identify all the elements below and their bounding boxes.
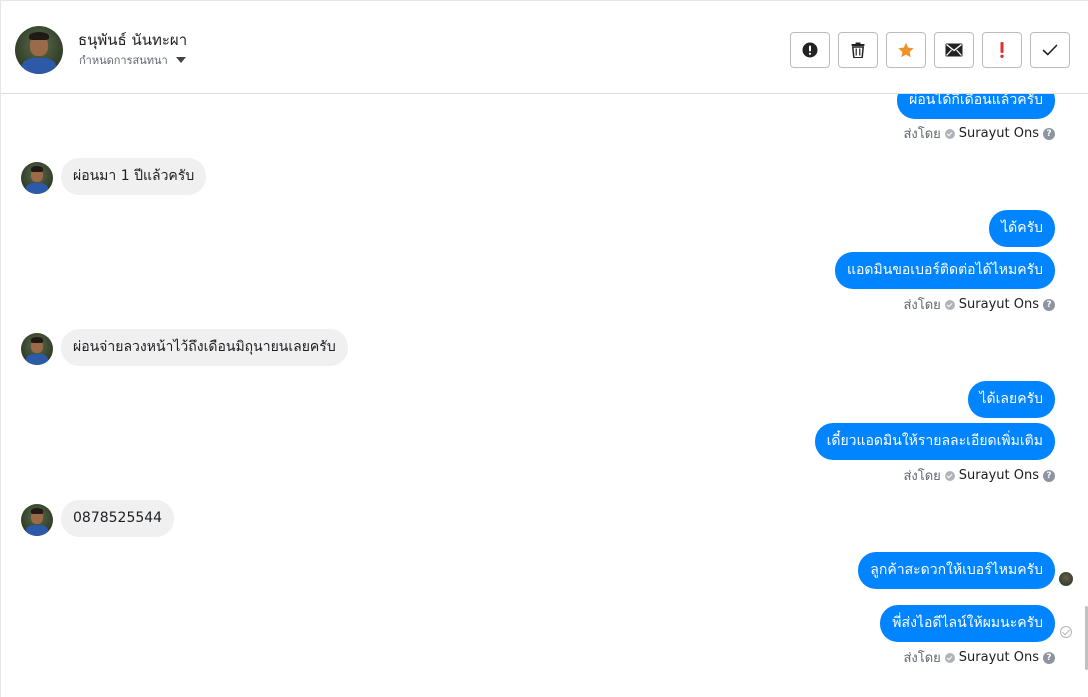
check-circle-icon	[944, 299, 955, 310]
mail-button[interactable]	[934, 32, 974, 68]
check-icon	[1042, 44, 1058, 56]
agent-name: Surayut Ons	[958, 468, 1039, 483]
sent-by-label: ส่งโดย	[903, 298, 941, 313]
message-bubble-outgoing[interactable]: ได้เลยครับ	[967, 381, 1055, 418]
sent-by-label: ส่งโดย	[903, 469, 941, 484]
star-icon	[897, 42, 915, 59]
seen-avatar	[1059, 572, 1073, 586]
caret-down-icon	[175, 57, 186, 63]
message-bubble-incoming[interactable]: ผ่อนจ่ายลวงหน้าไว้ถึงเดือนมิถุนายนเลยครั…	[61, 329, 348, 366]
contact-avatar-small	[21, 333, 53, 365]
conversation-header: ธนุพันธ์ นันทะผา กำหนดการสนทนา	[0, 0, 1088, 94]
message-bubble-incoming[interactable]: ผ่อนมา 1 ปีแล้วครับ	[61, 158, 207, 195]
message-bubble-outgoing[interactable]: ได้ครับ	[989, 210, 1055, 247]
conversation-status-dropdown[interactable]: กำหนดการสนทนา	[79, 51, 186, 69]
star-button[interactable]	[886, 32, 926, 68]
envelope-icon	[945, 43, 963, 57]
message-bubble-outgoing[interactable]: แอดมินขอเบอร์ติดต่อได้ไหมครับ	[835, 252, 1055, 289]
contact-avatar-small	[21, 504, 53, 536]
alert-button[interactable]	[790, 32, 830, 68]
exclamation-circle-icon	[802, 42, 818, 58]
trash-icon	[851, 42, 865, 58]
contact-name: ธนุพันธ์ นันทะผา	[78, 31, 188, 49]
delete-button[interactable]	[838, 32, 878, 68]
message-bubble-outgoing[interactable]: ลูกค้าสะดวกให้เบอร์ไหมครับ	[858, 552, 1055, 589]
sent-by-meta: ส่งโดย Surayut Ons ?	[903, 465, 1055, 486]
exclamation-icon	[999, 41, 1005, 59]
mark-done-button[interactable]	[1030, 32, 1070, 68]
help-icon[interactable]: ?	[1043, 298, 1055, 311]
agent-name: Surayut Ons	[958, 650, 1039, 665]
window-border	[0, 0, 1, 697]
message-bubble-outgoing[interactable]: เดี๋ยวแอดมินให้รายลละเอียดเพิ่มเติม	[814, 423, 1055, 460]
agent-name: Surayut Ons	[958, 126, 1039, 141]
conversation-toolbar	[790, 32, 1070, 68]
check-circle-icon	[944, 470, 955, 481]
sent-by-meta: ส่งโดย Surayut Ons ?	[903, 647, 1055, 668]
sent-by-meta: ส่งโดย Surayut Ons ?	[903, 123, 1055, 144]
sent-by-label: ส่งโดย	[903, 651, 941, 666]
help-icon[interactable]: ?	[1043, 127, 1055, 140]
sent-by-meta: ส่งโดย Surayut Ons ?	[903, 294, 1055, 315]
sent-status-icon	[1060, 626, 1072, 638]
message-bubble-outgoing[interactable]: พี่ส่งไอดีไลน์ให้ผมนะครับ	[880, 605, 1055, 642]
message-thread[interactable]: ผ่อนได้กี่เดือนแล้วครับ ส่งโดย Surayut O…	[0, 94, 1088, 697]
message-bubble-outgoing[interactable]: ผ่อนได้กี่เดือนแล้วครับ	[897, 94, 1055, 119]
check-circle-icon	[944, 128, 955, 139]
sent-by-label: ส่งโดย	[903, 127, 941, 142]
agent-name: Surayut Ons	[958, 297, 1039, 312]
important-button[interactable]	[982, 32, 1022, 68]
help-icon[interactable]: ?	[1043, 469, 1055, 482]
help-icon[interactable]: ?	[1043, 651, 1055, 664]
message-bubble-incoming[interactable]: 0878525544	[61, 500, 175, 537]
contact-avatar-small	[21, 162, 53, 194]
conversation-status-label: กำหนดการสนทนา	[79, 54, 168, 67]
check-circle-icon	[944, 652, 955, 663]
contact-avatar[interactable]	[15, 26, 63, 74]
